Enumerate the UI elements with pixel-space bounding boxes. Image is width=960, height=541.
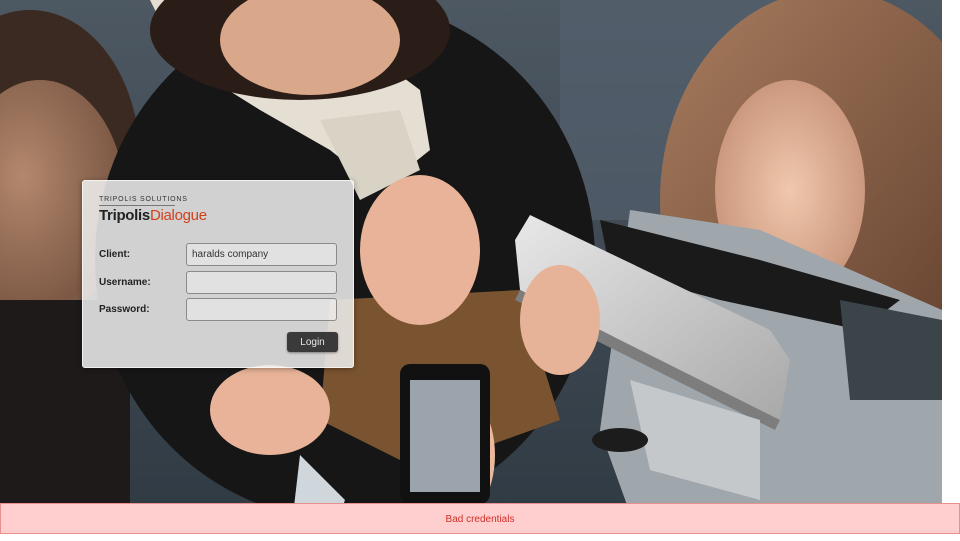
bottom-edge-strip [0,534,960,541]
password-label: Password: [99,304,150,315]
brand-accent-text: Dialogue [149,207,207,224]
client-input[interactable] [186,243,337,266]
username-input[interactable] [186,271,337,294]
username-row: Username: [99,271,339,295]
client-label: Client: [99,249,131,260]
brand-company-label: TRIPOLIS SOLUTIONS [99,196,188,203]
page: TRIPOLIS SOLUTIONS TripolisDialogue Clie… [0,0,960,541]
right-edge-strip [942,0,960,541]
brand-logo: TripolisDialogue [99,207,207,224]
login-button[interactable]: Login [287,332,338,352]
error-banner: Bad credentials [0,503,960,534]
brand-divider [99,205,175,206]
login-panel: TRIPOLIS SOLUTIONS TripolisDialogue Clie… [82,180,354,368]
brand-primary-text: Tripolis [99,207,150,224]
client-row: Client: [99,243,339,267]
password-input[interactable] [186,298,337,321]
password-row: Password: [99,298,339,322]
username-label: Username: [99,277,151,288]
error-message: Bad credentials [445,514,515,525]
